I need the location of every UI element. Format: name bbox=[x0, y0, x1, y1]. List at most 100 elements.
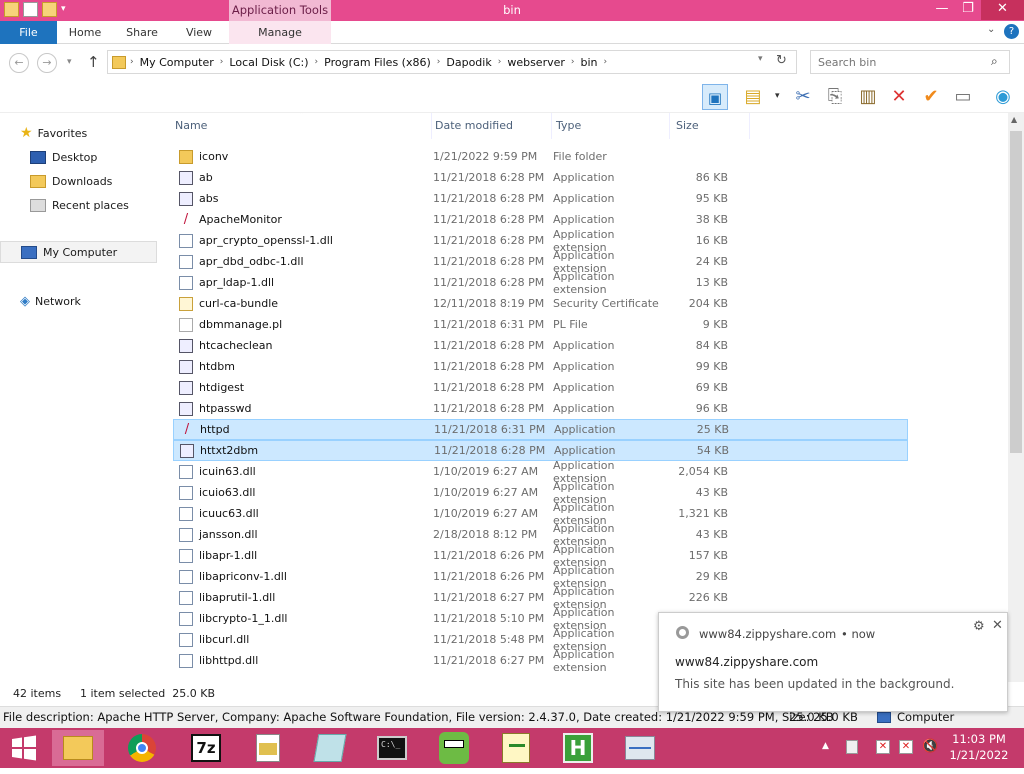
breadcrumb-my-computer[interactable]: My Computer bbox=[134, 56, 220, 69]
character-app-taskbar-icon[interactable] bbox=[428, 730, 480, 766]
start-button[interactable] bbox=[0, 730, 48, 766]
breadcrumb-program-files[interactable]: Program Files (x86) bbox=[318, 56, 437, 69]
file-explorer-taskbar-icon[interactable] bbox=[52, 730, 104, 766]
file-row[interactable]: libaprutil-1.dll 11/21/2018 6:27 PM Applic… bbox=[173, 585, 908, 611]
file-row[interactable]: icuio63.dll 1/10/2019 6:27 AM Application … bbox=[173, 480, 908, 506]
window-title: bin bbox=[503, 3, 521, 17]
file-row[interactable]: icuin63.dll 1/10/2019 6:27 AM Application … bbox=[173, 459, 908, 485]
file-type: Security Certificate bbox=[553, 297, 659, 310]
column-header-size[interactable]: Size bbox=[673, 113, 750, 139]
rename-icon[interactable]: ▭ bbox=[950, 84, 976, 110]
notepad-taskbar-icon[interactable] bbox=[304, 730, 356, 766]
properties-icon[interactable] bbox=[23, 2, 38, 17]
search-input[interactable] bbox=[811, 51, 981, 73]
chrome-taskbar-icon[interactable] bbox=[116, 730, 168, 766]
breadcrumb-dapodik[interactable]: Dapodik bbox=[440, 56, 497, 69]
file-row[interactable]: httxt2dbm 11/21/2018 6:28 PM Application 54… bbox=[173, 440, 908, 461]
refresh-icon[interactable]: ↻ bbox=[776, 53, 787, 68]
folder-options-icon[interactable]: ▤ bbox=[740, 84, 766, 110]
cut-icon[interactable]: ✂ bbox=[790, 84, 816, 110]
column-header-name[interactable]: Name bbox=[172, 113, 432, 139]
nav-network[interactable]: ◈ Network bbox=[0, 290, 157, 312]
column-header-type[interactable]: Type bbox=[553, 113, 670, 139]
tab-share[interactable]: Share bbox=[113, 21, 171, 44]
tab-home[interactable]: Home bbox=[57, 21, 113, 44]
file-row[interactable]: htcacheclean 11/21/2018 6:28 PM Applicatio… bbox=[173, 335, 908, 356]
folder-icon[interactable] bbox=[4, 2, 19, 17]
file-row[interactable]: htdigest 11/21/2018 6:28 PM Application 69 … bbox=[173, 377, 908, 398]
copy-icon[interactable]: ⎘ bbox=[822, 84, 848, 110]
show-hidden-icons-icon[interactable]: ▲ bbox=[822, 741, 829, 751]
tab-view[interactable]: View bbox=[171, 21, 227, 44]
file-row[interactable]: libapriconv-1.dll 11/21/2018 6:26 PM Appli… bbox=[173, 564, 908, 590]
globe-icon[interactable]: ◉ bbox=[990, 84, 1016, 110]
file-row[interactable]: ab 11/21/2018 6:28 PM Application 86 KB bbox=[173, 167, 908, 188]
breadcrumb-bin[interactable]: bin bbox=[575, 56, 604, 69]
file-row[interactable]: jansson.dll 2/18/2018 8:12 PM Application … bbox=[173, 522, 908, 548]
file-row[interactable]: abs 11/21/2018 6:28 PM Application 95 KB bbox=[173, 188, 908, 209]
search-box[interactable]: ⌕ bbox=[810, 50, 1010, 74]
breadcrumb-local-disk[interactable]: Local Disk (C:) bbox=[223, 56, 314, 69]
file-name-cell: / ApacheMonitor bbox=[173, 212, 433, 227]
column-header-date[interactable]: Date modified bbox=[432, 113, 552, 139]
file-row[interactable]: / httpd 11/21/2018 6:31 PM Application 25 KB bbox=[173, 419, 908, 440]
nav-downloads[interactable]: Downloads bbox=[0, 170, 157, 192]
help-icon[interactable]: ? bbox=[1004, 24, 1019, 39]
file-row[interactable]: icuuc63.dll 1/10/2019 6:27 AM Application … bbox=[173, 501, 908, 527]
nav-recent-places[interactable]: Recent places bbox=[0, 194, 157, 216]
customize-qat-chevron-icon[interactable]: ▾ bbox=[61, 2, 66, 17]
7zip-taskbar-icon[interactable]: 7z bbox=[180, 730, 232, 766]
recent-locations-chevron-icon[interactable]: ▾ bbox=[67, 57, 72, 67]
nav-favorites[interactable]: ★ Favorites bbox=[0, 122, 157, 144]
close-icon[interactable]: ✕ bbox=[992, 618, 1003, 633]
breadcrumb-separator-icon[interactable]: › bbox=[604, 57, 608, 67]
file-row[interactable]: dbmmanage.pl 11/21/2018 6:31 PM PL File 9 K… bbox=[173, 314, 908, 335]
expand-ribbon-chevron-icon[interactable]: ⌄ bbox=[987, 24, 995, 35]
hitmanpro-taskbar-icon[interactable]: H bbox=[552, 730, 604, 766]
notepad-plus-plus-taskbar-icon[interactable] bbox=[490, 730, 542, 766]
properties-taskbar-icon[interactable] bbox=[242, 730, 294, 766]
file-row[interactable]: htdbm 11/21/2018 6:28 PM Application 99 KB bbox=[173, 356, 908, 377]
action-center-icon[interactable]: ✕ bbox=[876, 740, 890, 754]
resource-monitor-taskbar-icon[interactable] bbox=[614, 730, 666, 766]
checkmark-icon[interactable]: ✔ bbox=[918, 84, 944, 110]
back-button[interactable]: ← bbox=[9, 53, 29, 73]
system-clock[interactable]: 11:03 PM 1/21/2022 bbox=[935, 731, 1023, 763]
close-button[interactable]: ✕ bbox=[981, 0, 1024, 20]
network-status-icon[interactable]: ✕ bbox=[899, 740, 913, 754]
settings-gear-icon[interactable]: ⚙ bbox=[973, 619, 985, 634]
file-size: 84 KB bbox=[695, 339, 728, 352]
file-row[interactable]: apr_ldap-1.dll 11/21/2018 6:28 PM Applicat… bbox=[173, 270, 908, 296]
preview-pane-icon[interactable]: ▣ bbox=[702, 84, 728, 110]
file-row[interactable]: curl-ca-bundle 12/11/2018 8:19 PM Security… bbox=[173, 293, 908, 314]
file-row[interactable]: libapr-1.dll 11/21/2018 6:26 PM Applicatio… bbox=[173, 543, 908, 569]
folder-options-chevron-icon[interactable]: ▾ bbox=[775, 91, 780, 101]
file-row[interactable]: / ApacheMonitor 11/21/2018 6:28 PM Applicat… bbox=[173, 209, 908, 230]
breadcrumb-webserver[interactable]: webserver bbox=[501, 56, 571, 69]
file-row[interactable]: iconv 1/21/2022 9:59 PM File folder bbox=[173, 146, 908, 167]
tray-app-icon[interactable] bbox=[846, 740, 858, 754]
file-row[interactable]: apr_crypto_openssl-1.dll 11/21/2018 6:28 … bbox=[173, 228, 908, 254]
scrollbar-thumb[interactable] bbox=[1010, 131, 1022, 453]
search-icon[interactable]: ⌕ bbox=[991, 54, 998, 69]
delete-icon[interactable]: ✕ bbox=[886, 84, 912, 110]
paste-icon[interactable]: ▥ bbox=[855, 84, 881, 110]
address-bar[interactable]: › My Computer › Local Disk (C:) › Progra… bbox=[107, 50, 797, 74]
file-row[interactable]: apr_dbd_odbc-1.dll 11/21/2018 6:28 PM Appl… bbox=[173, 249, 908, 275]
tab-file[interactable]: File bbox=[0, 21, 57, 44]
forward-button[interactable]: → bbox=[37, 53, 57, 73]
new-folder-icon[interactable] bbox=[42, 2, 57, 17]
minimize-button[interactable]: — bbox=[929, 0, 955, 20]
tab-manage[interactable]: Manage bbox=[229, 21, 331, 44]
nav-desktop[interactable]: Desktop bbox=[0, 146, 157, 168]
file-date: 11/21/2018 6:26 PM bbox=[433, 549, 545, 562]
nav-my-computer[interactable]: My Computer bbox=[0, 241, 157, 263]
maximize-button[interactable]: ❐ bbox=[955, 0, 981, 20]
file-row[interactable]: htpasswd 11/21/2018 6:28 PM Application 96 … bbox=[173, 398, 908, 419]
address-dropdown-icon[interactable]: ▾ bbox=[758, 54, 763, 64]
command-prompt-taskbar-icon[interactable]: C:\_ bbox=[366, 730, 418, 766]
file-name-cell: apr_dbd_odbc-1.dll bbox=[173, 254, 433, 269]
notification-toast[interactable]: www84.zippyshare.com • now ⚙ ✕ www84.zip… bbox=[658, 612, 1008, 712]
up-arrow-icon[interactable]: ↑ bbox=[87, 53, 100, 71]
scroll-up-icon[interactable]: ▲ bbox=[1011, 115, 1017, 124]
